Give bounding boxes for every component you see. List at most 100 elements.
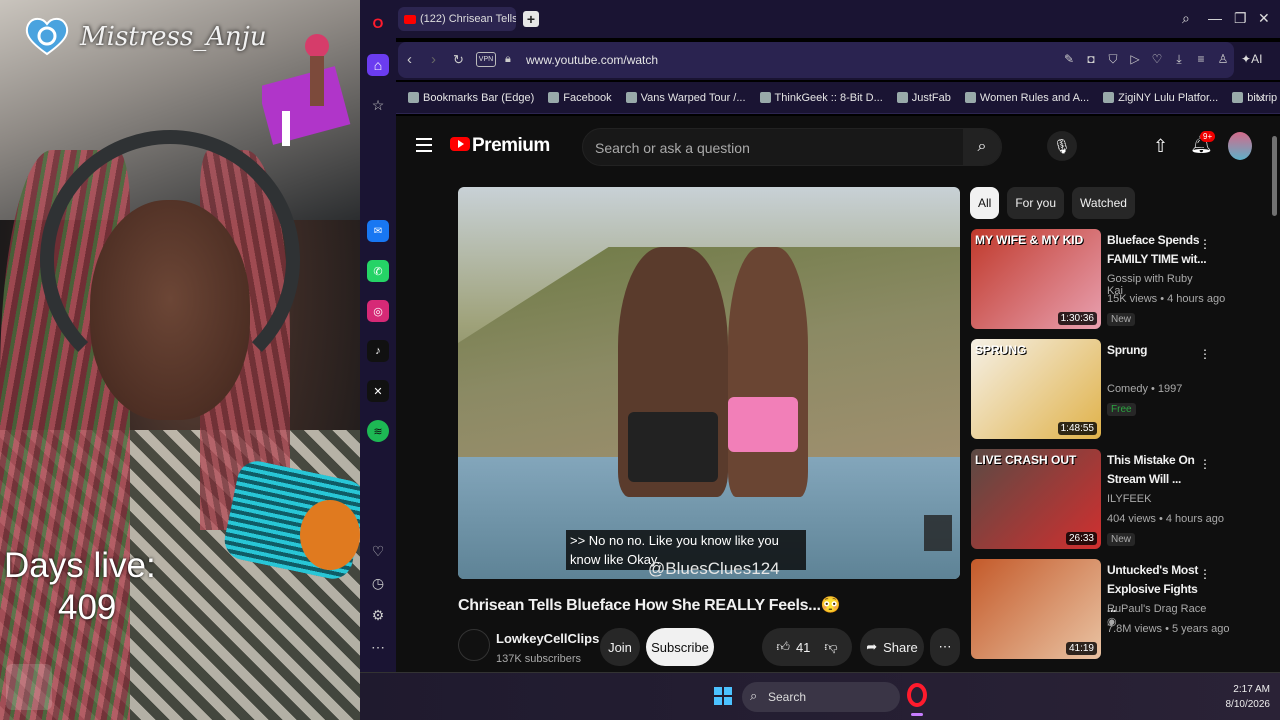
heart-bookmark-icon[interactable]: ♡ [1150,52,1164,67]
edit-icon[interactable]: ✎ [1062,52,1076,67]
bookmark-item[interactable]: Vans Warped Tour /... [625,91,746,104]
history-icon[interactable]: ◷ [367,572,389,594]
thumbnail-text: SPRUNG [975,343,1027,357]
video-title[interactable]: Blueface Spends FAMILY TIME wit... [1107,231,1207,269]
lock-icon[interactable]: 🔒︎ [505,53,511,66]
close-icon[interactable]: ✕ [1258,10,1270,27]
x-icon[interactable]: ✕ [367,380,389,402]
messenger-icon[interactable]: ✉ [367,220,389,242]
channel-name[interactable]: ILYFEEK [1107,493,1151,505]
search-input[interactable]: Search or ask a question [595,140,750,156]
url-input[interactable]: www.youtube.com/watch [526,53,658,67]
channel-name[interactable]: LowkeyCellClips [496,631,599,646]
recommended-video[interactable]: 41:19 Untucked's Most Explosive Fights ..… [971,559,1229,663]
vpn-badge[interactable]: VPN [476,52,496,67]
more-options-icon[interactable]: ⋮ [1199,347,1211,361]
whatsapp-icon[interactable]: ✆ [367,260,389,282]
shield-icon[interactable]: ⛉ [1106,52,1120,67]
more-icon[interactable]: ⋯ [367,636,389,658]
aria-ai-button[interactable]: ✦AI [1241,52,1262,66]
video-overlay-handle: @BluesClues124 [648,559,780,578]
maximize-icon[interactable]: ❐ [1234,10,1247,27]
video-player[interactable]: >> No no no. Like you know like you know… [458,187,960,579]
recommended-video[interactable]: MY WIFE & MY KID 1:30:36 Blueface Spends F… [971,229,1225,333]
scrollbar[interactable] [1272,136,1277,216]
video-title[interactable]: This Mistake On Stream Will ... [1107,451,1207,489]
tab-youtube[interactable]: (122) Chrisean Tells Bl [398,7,516,31]
upload-icon[interactable]: ⇧ [1153,136,1168,157]
bookmark-label: Vans Warped Tour /... [640,91,746,104]
video-thumbnail[interactable]: MY WIFE & MY KID 1:30:36 [971,229,1101,329]
video-title[interactable]: Sprung [1107,341,1207,360]
back-icon[interactable]: ‹ [407,51,412,68]
opera-taskbar-icon[interactable] [907,683,927,707]
heart-icon[interactable]: ♡ [367,540,389,562]
clock-date: 8/10/2026 [1225,699,1271,710]
opera-logo-icon[interactable]: O [367,12,389,34]
video-thumbnail[interactable]: SPRUNG 1:48:55 [971,339,1101,439]
channel-avatar[interactable] [458,629,490,661]
video-thumbnail[interactable]: 41:19 [971,559,1101,659]
filter-chips: All For you Watched [970,187,1135,219]
bookmark-label: JustFab [911,91,951,104]
youtube-brand[interactable]: Premium [472,135,550,157]
youtube-logo-icon[interactable] [450,137,470,151]
bookmarks-more-icon[interactable]: » [1257,90,1264,105]
channel-name[interactable]: Comedy • 1997 [1107,383,1182,395]
bookmark-favicon-icon [964,92,976,103]
filter-chip[interactable]: All [970,187,1000,219]
bookmark-item[interactable]: ThinkGeek :: 8-Bit D... [759,91,883,104]
download-icon[interactable]: ⤓ [1172,52,1186,67]
pink-shorts [728,397,798,452]
video-thumbnail[interactable]: LIVE CRASH OUT 26:33 [971,449,1101,549]
bookmark-item[interactable]: JustFab [896,91,951,104]
search-box[interactable]: Search or ask a question ⌕ [582,128,1002,166]
camera-icon[interactable]: ◘ [1084,52,1098,67]
filter-chip[interactable]: Watched [1072,187,1135,219]
video-title: Chrisean Tells Blueface How She REALLY F… [458,597,841,614]
star-icon[interactable]: ☆ [367,94,389,116]
search-tabs-icon[interactable]: ⌕ [1182,10,1190,27]
taskbar-search[interactable]: ⌕ Search [742,682,900,712]
menu-icon[interactable]: ≡ [1194,52,1208,67]
bookmark-item[interactable]: ZigiNY Lulu Platfor... [1103,92,1218,104]
search-icon[interactable]: ⌕ [963,129,1001,165]
bookmark-label: ThinkGeek :: 8-Bit D... [774,91,883,104]
account-avatar[interactable] [1228,132,1252,160]
video-badge: New [1107,313,1136,326]
forward-icon[interactable]: › [431,51,436,68]
more-options-icon[interactable]: ⋮ [1199,567,1211,581]
play-icon[interactable]: ▷ [1128,52,1142,67]
bookmark-item[interactable]: Bookmarks Bar (Edge) [408,92,534,104]
more-options-icon[interactable]: ⋮ [1199,457,1211,471]
spotify-icon[interactable]: ≋ [367,420,389,442]
tab-bar: (122) Chrisean Tells Bl + ⌕ — ❐ ✕ [396,0,1280,38]
minimize-icon[interactable]: — [1208,10,1222,26]
system-clock[interactable]: 2:17 AM 8/10/2026 [1226,682,1271,712]
thumbs-down-icon[interactable]: 👎︎ [824,639,837,655]
subscribe-button[interactable]: Subscribe [646,628,714,666]
tiktok-icon[interactable]: ♪ [367,340,389,362]
menu-icon[interactable] [416,138,432,152]
settings-icon[interactable]: ⚙ [367,604,389,626]
join-button[interactable]: Join [600,628,640,666]
thumbs-up-icon[interactable]: 👍︎ [776,639,790,655]
recommended-video[interactable]: LIVE CRASH OUT 26:33 This Mistake On Strea… [971,449,1224,553]
share-button[interactable]: ➦ Share [860,628,924,666]
like-count[interactable]: 41 [796,640,810,655]
bookmark-favicon-icon [759,92,771,103]
instagram-icon[interactable]: ◎ [367,300,389,322]
video-duration: 1:30:36 [1057,312,1097,325]
windows-start-icon[interactable] [714,687,732,705]
more-actions-icon[interactable]: ⋯ [930,628,960,666]
filter-chip[interactable]: For you [1007,187,1065,219]
reload-icon[interactable]: ↻ [453,52,464,68]
home-icon[interactable]: ⌂ [367,54,389,76]
bookmark-item[interactable]: Women Rules and A... [964,92,1089,104]
bookmark-item[interactable]: Facebook [548,92,612,104]
microphone-icon[interactable]: 🎙︎ [1047,131,1077,161]
recommended-video[interactable]: SPRUNG 1:48:55 Sprung Comedy • 1997 Free ⋮ [971,339,1211,443]
new-tab-button[interactable]: + [523,11,539,27]
more-options-icon[interactable]: ⋮ [1199,237,1211,251]
profile-icon[interactable]: ♙ [1216,52,1230,67]
